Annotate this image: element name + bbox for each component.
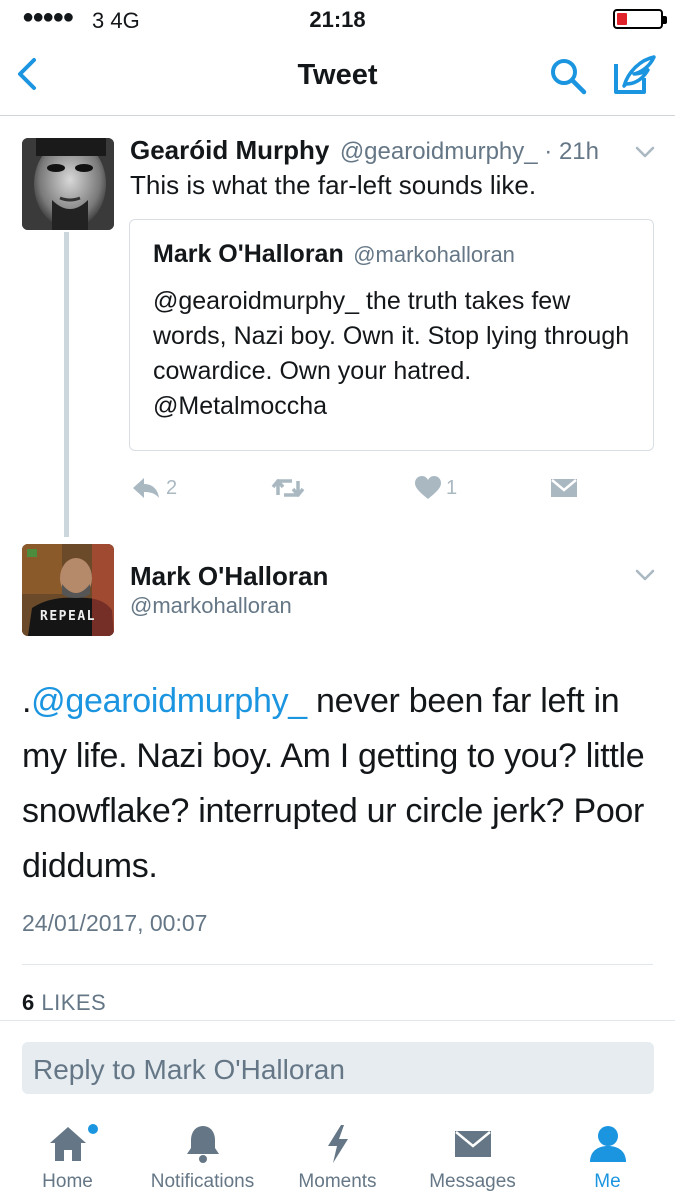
bell-icon [186, 1126, 219, 1163]
tab-label: Messages [429, 1171, 516, 1192]
tweet-timestamp: 24/01/2017, 00:07 [22, 910, 208, 936]
direct-message-action[interactable] [550, 472, 578, 504]
reply-action[interactable]: 2 [130, 472, 177, 504]
tweet-text: This is what the far-left sounds like. [130, 170, 537, 200]
chevron-down-icon[interactable] [634, 145, 656, 159]
likes-summary[interactable]: 6 LIKES [22, 990, 106, 1016]
divider [0, 1020, 675, 1021]
tab-home[interactable]: Home [0, 1118, 135, 1200]
divider [22, 964, 653, 965]
retweet-action[interactable] [270, 472, 306, 504]
quoted-tweet-header: Mark O'Halloran @markohalloran [153, 240, 515, 269]
mention-link[interactable]: @gearoidmurphy_ [31, 682, 307, 720]
home-icon [49, 1127, 86, 1161]
battery-icon [613, 9, 667, 29]
tweet-text: .@gearoidmurphy_ never been far left in … [22, 674, 662, 894]
likes-label: LIKES [34, 990, 107, 1015]
envelope-icon [551, 479, 577, 497]
chevron-down-icon[interactable] [634, 568, 656, 582]
avatar-shirt-text: REPEAL [40, 609, 96, 624]
avatar-gearoid[interactable] [22, 138, 114, 230]
like-count: 1 [446, 476, 458, 499]
like-action[interactable]: 1 [414, 472, 457, 504]
home-notification-dot [88, 1124, 98, 1134]
search-icon[interactable] [548, 56, 588, 96]
quoted-author-name: Mark O'Halloran [153, 240, 344, 268]
quoted-author-handle: @markohalloran [353, 242, 515, 267]
tab-moments[interactable]: Moments [270, 1118, 405, 1200]
author-name[interactable]: Mark O'Halloran [130, 561, 328, 592]
tweet-age: · 21h [537, 138, 599, 165]
author-name[interactable]: Gearóid Murphy [130, 135, 329, 165]
quoted-tweet[interactable]: Mark O'Halloran @markohalloran @gearoidm… [129, 219, 654, 451]
author-handle[interactable]: @gearoidmurphy_ [340, 138, 538, 165]
lightning-icon [327, 1125, 348, 1163]
status-bar: ●●●●● 3 4G 21:18 [0, 0, 675, 40]
tweet-header: Gearóid Murphy @gearoidmurphy_ · 21h [130, 135, 599, 166]
tab-bar: Home Notifications Moments Messages Me [0, 1118, 675, 1200]
compose-tweet-icon[interactable] [612, 54, 658, 96]
person-icon [589, 1126, 626, 1162]
tab-label: Notifications [150, 1171, 255, 1192]
tab-me[interactable]: Me [540, 1118, 675, 1200]
reply-input[interactable]: Reply to Mark O'Halloran [22, 1042, 654, 1094]
retweet-icon [271, 479, 305, 497]
navigation-bar: Tweet [0, 40, 675, 116]
tab-label: Me [594, 1171, 621, 1192]
thread-connector [64, 232, 69, 537]
tab-label: Moments [298, 1171, 377, 1192]
reply-count: 2 [166, 476, 178, 499]
author-handle[interactable]: @markohalloran [130, 593, 292, 619]
quoted-tweet-text: @gearoidmurphy_ the truth takes few word… [153, 287, 630, 420]
envelope-icon [454, 1131, 491, 1157]
reply-icon [133, 478, 159, 498]
clock: 21:18 [309, 7, 366, 32]
heart-icon [415, 476, 441, 499]
tab-notifications[interactable]: Notifications [135, 1118, 270, 1200]
likes-count: 6 [22, 990, 35, 1015]
tab-label: Home [42, 1171, 93, 1192]
avatar-markohalloran[interactable]: REPEAL [22, 544, 114, 636]
mention-prefix: . [22, 682, 32, 720]
tab-messages[interactable]: Messages [405, 1118, 540, 1200]
